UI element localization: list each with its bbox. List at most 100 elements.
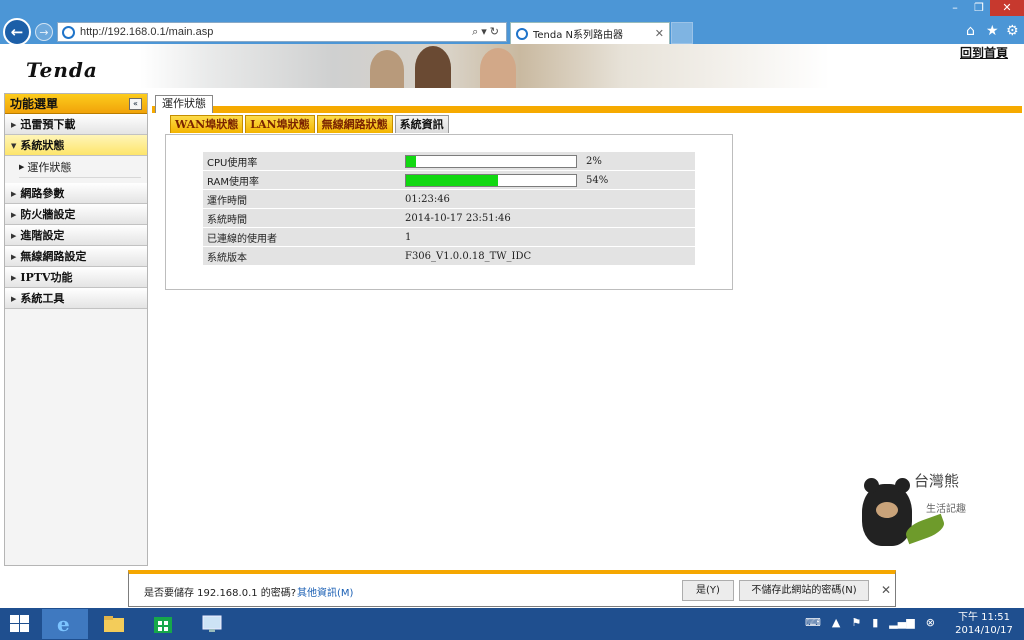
table-row: 系統版本 F306_V1.0.0.18_TW_IDC — [203, 247, 695, 265]
windows-start-icon[interactable] — [10, 615, 30, 633]
sidebar-item-network[interactable]: ▶ 網路參數 — [5, 183, 147, 204]
tab-running-status[interactable]: 運作狀態 — [155, 95, 213, 113]
taskbar-file-explorer-icon[interactable] — [91, 609, 137, 639]
table-row: 已連線的使用者 1 — [203, 228, 695, 246]
uptime-value: 01:23:46 — [403, 190, 695, 208]
home-link[interactable]: 回到首頁 — [960, 44, 1008, 61]
back-arrow-icon: ← — [10, 23, 24, 41]
search-refresh-icons[interactable]: ⌕▾↻ — [472, 25, 502, 39]
address-bar[interactable]: http://192.168.0.1/main.asp ⌕▾↻ — [57, 22, 507, 42]
taskbar: e ⌨ ▲ ⚑ ▮ ▂▄▆ ⊗ 下午 11:51 2014/10/17 — [0, 608, 1024, 640]
tab-close-icon[interactable]: ✕ — [655, 27, 664, 40]
sidebar-item-label: 系統工具 — [20, 292, 65, 305]
sidebar-item-label: IPTV功能 — [20, 271, 73, 284]
sidebar-item-system-tools[interactable]: ▶ 系統工具 — [5, 288, 147, 309]
caret-right-icon: ▶ — [11, 251, 17, 261]
network-signal-icon[interactable]: ▂▄▆ — [889, 616, 914, 629]
never-save-button[interactable]: 不儲存此網站的密碼(N) — [739, 580, 869, 601]
ram-usage-label: RAM使用率 — [203, 171, 403, 189]
back-button[interactable]: ← — [3, 18, 31, 46]
ram-usage-value: 54% — [586, 174, 609, 186]
restore-button[interactable]: ❐ — [966, 0, 992, 16]
tab-system-info[interactable]: 系統資訊 — [394, 115, 449, 133]
sidebar-header: 功能選單 « — [5, 94, 147, 114]
system-time-label: 系統時間 — [203, 209, 403, 227]
favorites-star-icon[interactable]: ★ — [986, 23, 999, 39]
ie-page-icon — [62, 25, 75, 39]
connected-users-label: 已連線的使用者 — [203, 228, 403, 246]
forward-button[interactable]: → — [35, 23, 53, 41]
tab-lan-status[interactable]: LAN埠狀態 — [245, 115, 315, 133]
watermark-subtitle: 生活記趣 — [926, 504, 966, 515]
sidebar-item-label: 進階設定 — [20, 229, 65, 242]
action-center-flag-icon[interactable]: ⚑ — [851, 616, 861, 629]
watermark-logo: 台灣熊 生活記趣 — [850, 470, 980, 580]
table-row: RAM使用率 54% — [203, 171, 695, 189]
taskbar-remote-desktop-icon[interactable] — [189, 609, 235, 639]
ie-tab-icon — [516, 27, 528, 40]
sidebar-item-label: 迅雷預下載 — [20, 118, 76, 131]
sub-tab-bar: WAN埠狀態 LAN埠狀態 無線網路狀態 系統資訊 — [170, 115, 449, 133]
browser-chrome: ← → http://192.168.0.1/main.asp ⌕▾↻ Tend… — [0, 0, 1024, 46]
sidebar-item-wireless[interactable]: ▶ 無線網路設定 — [5, 246, 147, 267]
more-info-link[interactable]: 其他資訊(M) — [297, 584, 353, 599]
new-tab-button[interactable] — [671, 22, 693, 44]
sidebar-subitem-label: 運作狀態 — [27, 160, 72, 174]
keyboard-icon[interactable]: ⌨ — [805, 616, 821, 629]
sidebar-item-iptv[interactable]: ▶ IPTV功能 — [5, 267, 147, 288]
caret-right-icon: ▶ — [19, 162, 25, 171]
table-row: 運作時間 01:23:46 — [203, 190, 695, 208]
close-window-button[interactable]: ✕ — [990, 0, 1024, 16]
sidebar-item-advanced[interactable]: ▶ 進階設定 — [5, 225, 147, 246]
header-banner-image — [140, 44, 830, 88]
sidebar-item-label: 無線網路設定 — [20, 250, 87, 263]
page-header: Tenda 回到首頁 — [0, 44, 1024, 88]
taskbar-clock[interactable]: 下午 11:51 2014/10/17 — [954, 611, 1014, 637]
caret-down-icon: ▼ — [11, 140, 17, 150]
sidebar-item-label: 系統狀態 — [20, 139, 65, 152]
caret-right-icon: ▶ — [11, 188, 17, 198]
collapse-sidebar-icon[interactable]: « — [129, 97, 142, 110]
sidebar-item-firewall[interactable]: ▶ 防火牆設定 — [5, 204, 147, 225]
svg-text:e: e — [57, 614, 70, 634]
cpu-usage-bar-fill — [406, 155, 417, 167]
bear-mascot-icon — [862, 478, 912, 546]
sidebar-item-thunder-download[interactable]: ▶ 迅雷預下載 — [5, 114, 147, 135]
system-tray: ⌨ ▲ ⚑ ▮ ▂▄▆ ⊗ — [805, 616, 935, 629]
sidebar-item-system-status[interactable]: ▼ 系統狀態 — [5, 135, 147, 156]
taskbar-ie-icon[interactable]: e — [42, 609, 88, 639]
show-hidden-icons-icon[interactable]: ▲ — [832, 616, 840, 629]
page-tab-bar: 運作狀態 — [152, 93, 1022, 113]
status-table: CPU使用率 2% RAM使用率 54% 運作時間 01:23:46 系統時間 … — [203, 151, 695, 266]
firmware-version-value: F306_V1.0.0.18_TW_IDC — [403, 247, 695, 265]
cpu-usage-label: CPU使用率 — [203, 152, 403, 170]
tab-wireless-status[interactable]: 無線網路狀態 — [316, 115, 393, 133]
status-panel: CPU使用率 2% RAM使用率 54% 運作時間 01:23:46 系統時間 … — [165, 134, 733, 290]
save-password-notification: 是否要儲存 192.168.0.1 的密碼? 其他資訊(M) 是(Y) 不儲存此… — [128, 570, 896, 607]
yes-button[interactable]: 是(Y) — [682, 580, 734, 601]
sidebar-title: 功能選單 — [10, 97, 59, 111]
sidebar-menu: 功能選單 « ▶ 迅雷預下載 ▼ 系統狀態 ▶ 運作狀態 ▶ 網路參數 ▶ 防火牆設定 ▶… — [4, 93, 148, 566]
browser-tab[interactable]: Tenda N系列路由器 ✕ — [510, 22, 670, 44]
cpu-usage-cell: 2% — [403, 152, 695, 170]
tenda-logo: Tenda — [26, 58, 98, 82]
taskbar-store-icon[interactable] — [140, 609, 186, 639]
tab-title: Tenda N系列路由器 — [533, 30, 624, 41]
close-icon[interactable]: ✕ — [881, 583, 891, 597]
power-icon[interactable]: ▮ — [872, 616, 878, 629]
ram-usage-cell: 54% — [403, 171, 695, 189]
ram-usage-bar-fill — [406, 174, 498, 186]
ram-usage-bar — [405, 173, 577, 187]
forward-arrow-icon: → — [39, 25, 49, 39]
volume-muted-icon[interactable]: ⊗ — [926, 616, 935, 629]
sidebar-subitem-running-status[interactable]: ▶ 運作狀態 — [5, 156, 147, 177]
home-icon[interactable]: ⌂ — [966, 23, 975, 39]
gear-icon[interactable]: ⚙ — [1006, 23, 1019, 39]
address-url[interactable]: http://192.168.0.1/main.asp — [80, 26, 472, 38]
minimize-button[interactable]: – — [942, 0, 968, 16]
watermark-title: 台灣熊 — [914, 472, 960, 490]
sidebar-item-label: 網路參數 — [20, 187, 65, 200]
tab-wan-status[interactable]: WAN埠狀態 — [170, 115, 244, 133]
cpu-usage-bar — [405, 154, 577, 168]
caret-right-icon: ▶ — [11, 209, 17, 219]
